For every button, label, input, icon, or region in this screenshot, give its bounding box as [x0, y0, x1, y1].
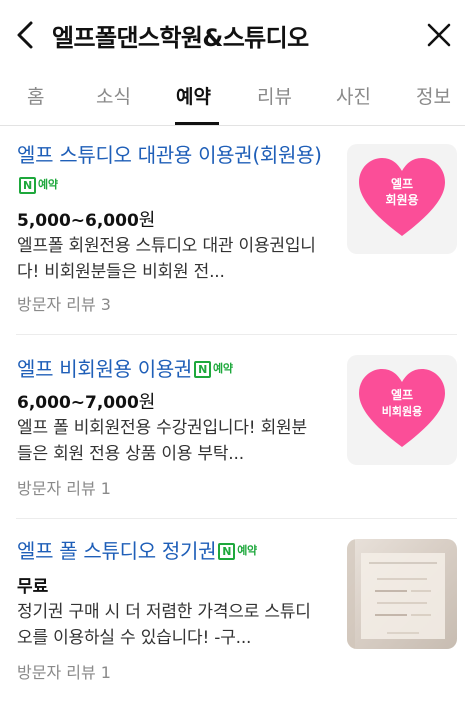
heart-image: 엘프 비회원용 — [359, 369, 445, 447]
tab-news[interactable]: 소식 — [96, 82, 131, 109]
item-name[interactable]: 엘프 스튜디오 대관용 이용권(회원용) N 예약 — [17, 140, 337, 200]
heart-image: 엘프 회원용 — [359, 158, 445, 236]
pass-info-image — [347, 539, 445, 649]
naver-reservation-badge: N 예약 — [194, 354, 233, 384]
back-button[interactable] — [10, 18, 40, 52]
item-description: 정기권 구매 시 더 저렴한 가격으로 스튜디오를 이용하실 수 있습니다! -… — [17, 602, 311, 648]
active-tab-indicator — [175, 122, 219, 125]
thumb-label-line2: 회원용 — [385, 192, 418, 207]
item-name[interactable]: 엘프 비회원용 이용권 N 예약 — [17, 354, 337, 384]
thumb-label-line2: 비회원용 — [382, 404, 422, 418]
close-icon — [427, 23, 451, 47]
naver-n-icon: N — [194, 360, 212, 378]
tab-reviews[interactable]: 리뷰 — [257, 82, 292, 109]
naver-reservation-badge: N 예약 — [218, 536, 257, 566]
item-name[interactable]: 엘프 폴 스튜디오 정기권 N 예약 — [17, 536, 337, 566]
item-thumbnail-photo[interactable] — [347, 539, 457, 649]
item-review-count[interactable]: 방문자 리뷰 1 — [17, 475, 111, 499]
thumb-label-line1: 엘프 — [391, 177, 413, 191]
item-price: 무료 — [17, 577, 49, 597]
item-thumbnail[interactable]: 엘프 비회원용 — [347, 355, 457, 465]
tab-bar: 홈 소식 예약 리뷰 사진 정보 — [0, 70, 465, 126]
list-item[interactable]: 엘프 비회원용 이용권 N 예약 6,000~7,000원 엘프 폴 비회원전용 수… — [0, 335, 465, 518]
tab-reservation[interactable]: 예약 — [176, 82, 211, 109]
item-review-count[interactable]: 방문자 리뷰 3 — [17, 291, 111, 315]
item-price: 6,000~7,000원 — [17, 392, 156, 413]
naver-n-icon: N — [19, 176, 36, 194]
page-title: 엘프폴댄스학원&스튜디오 — [52, 24, 309, 52]
item-description: 엘프 폴 비회원전용 수강권입니다! 회원분들은 회원 전용 상품 이용 부탁.… — [17, 418, 307, 464]
item-description: 엘프폴 회원전용 스튜디오 대관 이용권입니다! 비회원분들은 비회원 전... — [17, 236, 316, 282]
item-review-count[interactable]: 방문자 리뷰 1 — [17, 659, 111, 683]
item-price: 5,000~6,000원 — [17, 210, 156, 231]
list-item[interactable]: 엘프 폴 스튜디오 정기권 N 예약 무료 정기권 구매 시 더 저렴한 가격으로 … — [0, 519, 465, 702]
naver-n-icon: N — [218, 542, 236, 560]
tab-info[interactable]: 정보 — [416, 82, 451, 109]
item-thumbnail[interactable]: 엘프 회원용 — [347, 144, 457, 254]
list-item[interactable]: 엘프 스튜디오 대관용 이용권(회원용) N 예약 5,000~6,000원 엘프폴… — [0, 126, 465, 334]
naver-reservation-badge: N 예약 — [19, 170, 58, 200]
tab-home[interactable]: 홈 — [27, 82, 44, 109]
thumb-label-line1: 엘프 — [391, 388, 413, 402]
top-header: 엘프폴댄스학원&스튜디오 — [0, 0, 465, 70]
close-button[interactable] — [421, 17, 457, 53]
tab-photos[interactable]: 사진 — [336, 82, 371, 109]
back-arrow-icon — [17, 21, 33, 49]
